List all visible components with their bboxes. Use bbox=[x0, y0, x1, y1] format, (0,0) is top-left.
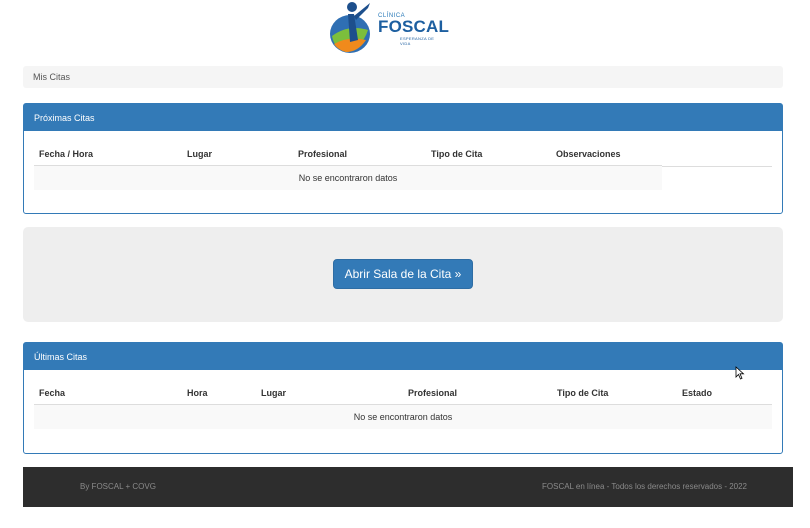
mouse-pointer-icon bbox=[735, 366, 745, 380]
table-divider bbox=[662, 166, 772, 167]
past-empty-row: No se encontraron datos bbox=[34, 405, 772, 429]
foscal-logo: CLÍNICA FOSCAL ESPERANZA DE VIDA bbox=[328, 0, 450, 56]
footer-credit: By FOSCAL + COVG bbox=[80, 482, 156, 491]
foscal-emblem-icon bbox=[330, 2, 370, 53]
past-panel-heading: Últimas Citas bbox=[24, 343, 782, 370]
logo-name-text: FOSCAL bbox=[378, 17, 450, 36]
column-header-estado[interactable]: Estado bbox=[682, 388, 712, 398]
past-empty-message: No se encontraron datos bbox=[353, 412, 453, 422]
upcoming-empty-row: No se encontraron datos bbox=[34, 166, 662, 190]
column-header-observaciones[interactable]: Observaciones bbox=[556, 149, 621, 159]
open-appointment-room-button[interactable]: Abrir Sala de la Cita » bbox=[333, 259, 473, 289]
upcoming-table-header: Fecha / Hora Lugar Profesional Tipo de C… bbox=[34, 131, 662, 166]
upcoming-panel-heading: Próximas Citas bbox=[24, 104, 782, 131]
logo-tagline-text: ESPERANZA DE VIDA bbox=[400, 36, 435, 46]
upcoming-panel-title: Próximas Citas bbox=[34, 113, 95, 123]
column-header-lugar[interactable]: Lugar bbox=[261, 388, 286, 398]
column-header-fecha-hora[interactable]: Fecha / Hora bbox=[39, 149, 93, 159]
column-header-profesional[interactable]: Profesional bbox=[298, 149, 347, 159]
past-appointments-panel: Últimas Citas Fecha Hora Lugar Profesion… bbox=[23, 342, 783, 454]
column-header-profesional[interactable]: Profesional bbox=[408, 388, 457, 398]
upcoming-table: Fecha / Hora Lugar Profesional Tipo de C… bbox=[34, 131, 662, 190]
page-footer: By FOSCAL + COVG FOSCAL en línea - Todos… bbox=[23, 467, 793, 507]
upcoming-empty-message: No se encontraron datos bbox=[298, 173, 398, 183]
upcoming-appointments-panel: Próximas Citas Fecha / Hora Lugar Profes… bbox=[23, 103, 783, 214]
column-header-tipo-de-cita[interactable]: Tipo de Cita bbox=[557, 388, 608, 398]
past-panel-title: Últimas Citas bbox=[34, 352, 88, 362]
breadcrumb-label: Mis Citas bbox=[33, 72, 71, 82]
column-header-lugar[interactable]: Lugar bbox=[187, 149, 212, 159]
open-room-well: Abrir Sala de la Cita » bbox=[23, 227, 783, 322]
column-header-tipo-de-cita[interactable]: Tipo de Cita bbox=[431, 149, 482, 159]
past-table-header: Fecha Hora Lugar Profesional Tipo de Cit… bbox=[34, 370, 772, 405]
breadcrumb: Mis Citas bbox=[23, 66, 783, 88]
column-header-hora[interactable]: Hora bbox=[187, 388, 208, 398]
footer-copyright: FOSCAL en línea - Todos los derechos res… bbox=[542, 482, 747, 491]
past-table: Fecha Hora Lugar Profesional Tipo de Cit… bbox=[34, 370, 772, 429]
column-header-fecha[interactable]: Fecha bbox=[39, 388, 65, 398]
